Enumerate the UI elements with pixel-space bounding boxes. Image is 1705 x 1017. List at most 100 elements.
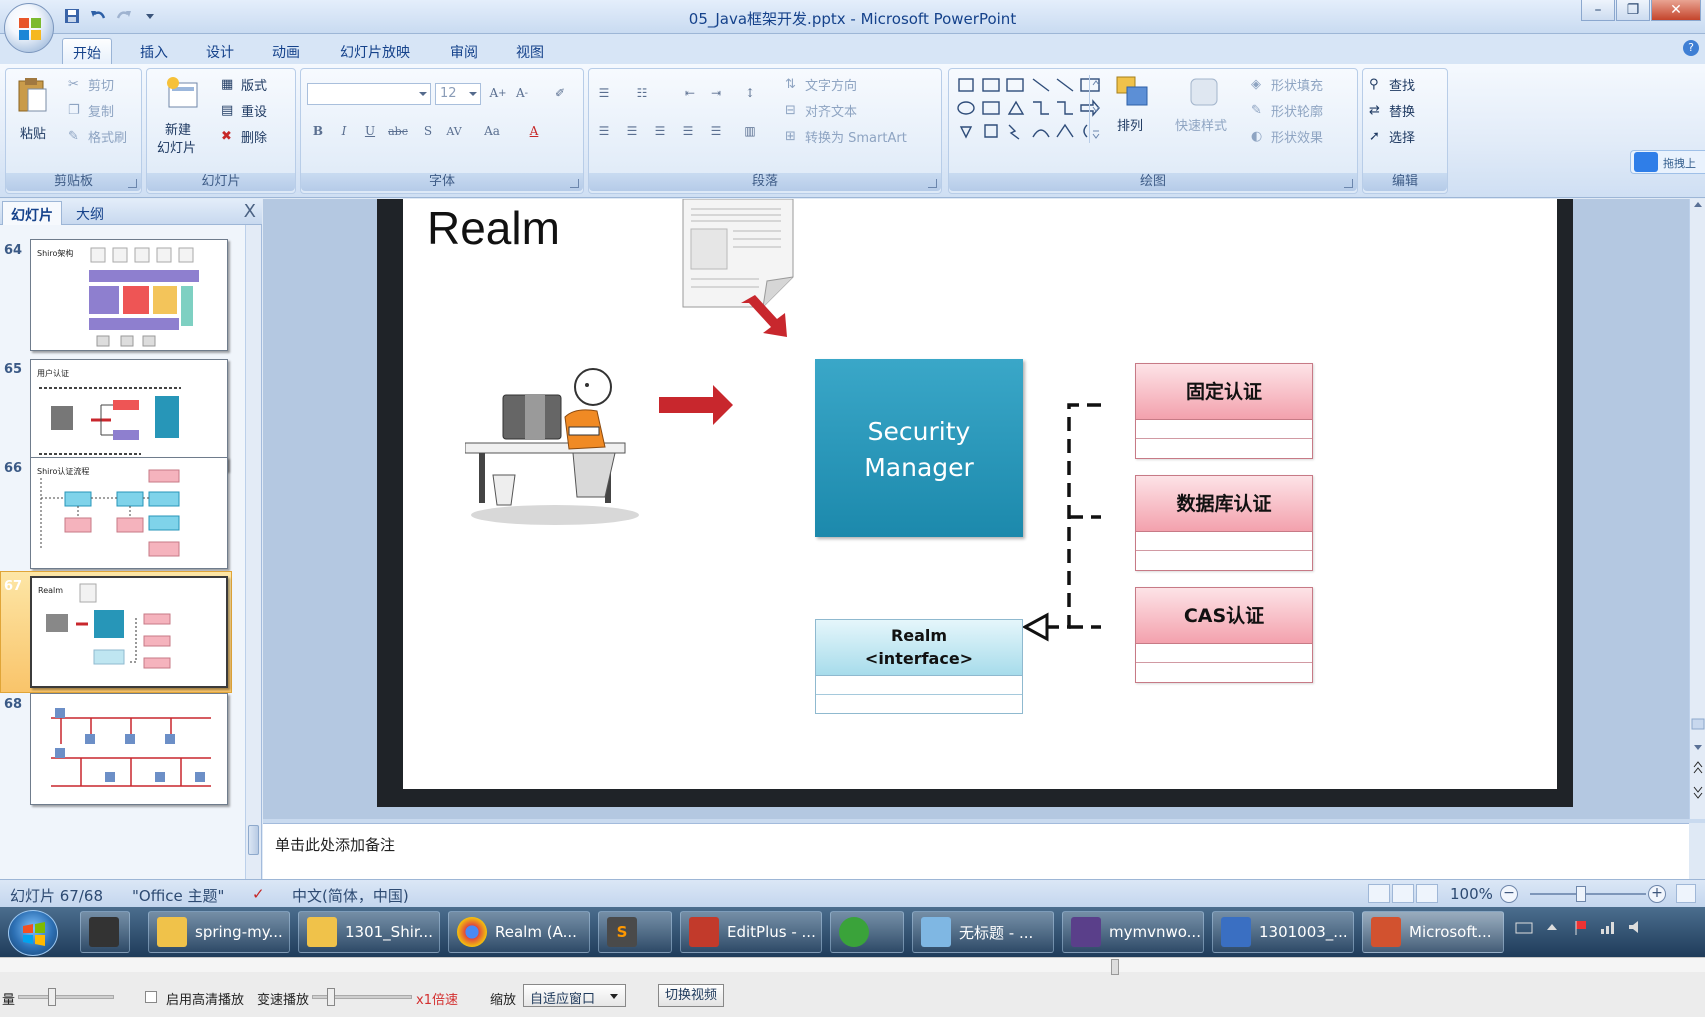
shapes-gallery[interactable] [957,75,1107,143]
auth-box-cas[interactable]: CAS认证 [1135,587,1313,683]
drawing-dialog-launcher[interactable] [1344,179,1353,188]
zoom-mode-select[interactable]: 自适应窗口 [523,984,626,1007]
taskbar-item-eclipse[interactable]: mymvnwo... [1062,911,1204,953]
paste-button[interactable]: 粘贴 [20,123,46,142]
security-manager-box[interactable]: Security Manager [815,359,1023,537]
language-indicator[interactable]: 中文(简体，中国) [292,885,409,906]
volume-knob[interactable] [48,988,56,1006]
taskbar-item-shiro-folder[interactable]: 1301_Shir... [298,911,440,953]
replace-button[interactable]: ⇄ 替换 [1369,101,1415,121]
spell-check-icon[interactable]: ✓ [252,885,265,903]
close-window-button[interactable]: ✕ [1651,0,1701,21]
volume-slider[interactable] [18,995,114,999]
paragraph-dialog-launcher[interactable] [928,179,937,188]
shape-fill-button[interactable]: ◈ 形状填充 [1251,75,1323,95]
align-left-icon[interactable]: ☰ [593,121,615,141]
taskbar-pinned-app[interactable] [80,911,130,953]
auth-box-fixed[interactable]: 固定认证 [1135,363,1313,459]
paste-icon[interactable] [16,77,50,112]
zoom-level[interactable]: 100% [1450,885,1493,903]
slide-thumbnail-65[interactable]: 用户认证 [30,359,228,471]
shape-effects-button[interactable]: ◐ 形状效果 [1251,127,1323,147]
realm-interface-box[interactable]: Realm <interface> [815,619,1023,714]
shrink-font-button[interactable]: A- [511,83,533,103]
arrange-icon[interactable] [1115,75,1149,109]
arrange-label[interactable]: 排列 [1117,115,1143,134]
char-spacing-button[interactable]: AV [443,121,465,141]
shadow-text-button[interactable]: S [417,121,439,141]
quick-styles-icon[interactable] [1187,75,1221,109]
start-button[interactable] [8,910,58,956]
video-progress-bar[interactable] [0,958,1705,975]
clear-format-icon[interactable]: ✐ [549,83,571,103]
tab-view[interactable]: 视图 [506,38,554,64]
reset-button[interactable]: ▤ 重设 [221,101,267,121]
taskbar-item-sublime[interactable]: S [598,911,672,953]
line-spacing-icon[interactable]: ↕ [739,83,761,103]
taskbar-item-word[interactable]: 1301003_... [1212,911,1354,953]
select-button[interactable]: ➚ 选择 [1369,127,1415,147]
notes-pane[interactable]: 单击此处添加备注 [263,823,1689,879]
slide-thumbnail-67[interactable]: Realm [30,576,228,688]
tab-review[interactable]: 审阅 [440,38,488,64]
restore-button[interactable]: ❐ [1616,0,1650,21]
convert-smartart-button[interactable]: ⊞ 转换为 SmartArt [785,127,907,147]
justify-icon[interactable]: ☰ [677,121,699,141]
normal-view-button[interactable] [1368,884,1390,903]
font-name-combo[interactable] [307,83,431,105]
align-text-button[interactable]: ⊟ 对齐文本 [785,101,857,121]
speed-knob[interactable] [327,988,335,1006]
office-button[interactable] [4,3,54,53]
new-slide-icon[interactable] [165,75,199,109]
clipboard-dialog-launcher[interactable] [128,179,137,188]
tray-expand-icon[interactable] [1542,917,1562,937]
zoom-slider[interactable] [1530,893,1646,895]
bullets-icon[interactable]: ☰ [593,83,615,103]
zoom-in-button[interactable]: + [1648,885,1666,903]
taskbar-item-chrome[interactable]: Realm (A... [448,911,590,953]
slide-sorter-button[interactable] [1392,884,1414,903]
increase-indent-icon[interactable]: ⇥ [705,83,727,103]
network-icon[interactable] [1598,917,1618,937]
strikethrough-button[interactable]: abc [387,121,409,141]
slideshow-view-button[interactable] [1416,884,1438,903]
tab-animations[interactable]: 动画 [262,38,310,64]
switch-video-button[interactable]: 切换视频 [658,984,724,1007]
tab-insert[interactable]: 插入 [130,38,178,64]
auth-box-database[interactable]: 数据库认证 [1135,475,1313,571]
current-slide[interactable]: Realm Security Manager Realm <interface>… [403,199,1557,789]
keyboard-icon[interactable] [1514,917,1534,937]
font-dialog-launcher[interactable] [570,179,579,188]
distribute-icon[interactable]: ☰ [705,121,727,141]
taskbar-item-paw[interactable] [830,911,904,953]
tab-design[interactable]: 设计 [196,38,244,64]
align-right-icon[interactable]: ☰ [649,121,671,141]
help-icon[interactable]: ? [1683,40,1699,56]
minimize-button[interactable]: – [1581,0,1615,21]
upload-badge[interactable]: 拖拽上 [1630,150,1705,174]
font-size-combo[interactable]: 12 [435,83,481,105]
progress-knob[interactable] [1111,959,1119,975]
format-painter-button[interactable]: ✎ 格式刷 [68,127,127,147]
bold-button[interactable]: B [307,121,329,141]
fit-to-window-button[interactable] [1676,884,1696,903]
hd-checkbox[interactable] [145,991,157,1003]
layout-button[interactable]: ▦ 版式 [221,75,267,95]
taskbar-item-untitled[interactable]: 无标题 - ... [912,911,1054,953]
taskbar-item-editplus[interactable]: EditPlus - ... [680,911,822,953]
slide-thumbnail-64[interactable]: Shiro架构 [30,239,228,351]
align-center-icon[interactable]: ☰ [621,121,643,141]
panel-scrollbar[interactable] [245,225,261,879]
change-case-button[interactable]: Aa [481,121,503,141]
numbering-icon[interactable]: ☷ [631,83,653,103]
font-color-button[interactable]: A [523,121,545,141]
tab-slides[interactable]: 幻灯片 [2,201,62,225]
copy-button[interactable]: ❐ 复制 [68,101,114,121]
taskbar-item-powerpoint[interactable]: Microsoft... [1362,911,1504,953]
text-direction-button[interactable]: ⇅ 文字方向 [785,75,857,95]
underline-button[interactable]: U [359,121,381,141]
quick-styles-label[interactable]: 快速样式 [1175,115,1227,134]
decrease-indent-icon[interactable]: ⇤ [679,83,701,103]
new-slide-label-2[interactable]: 幻灯片 [157,137,196,156]
zoom-out-button[interactable]: − [1500,885,1518,903]
